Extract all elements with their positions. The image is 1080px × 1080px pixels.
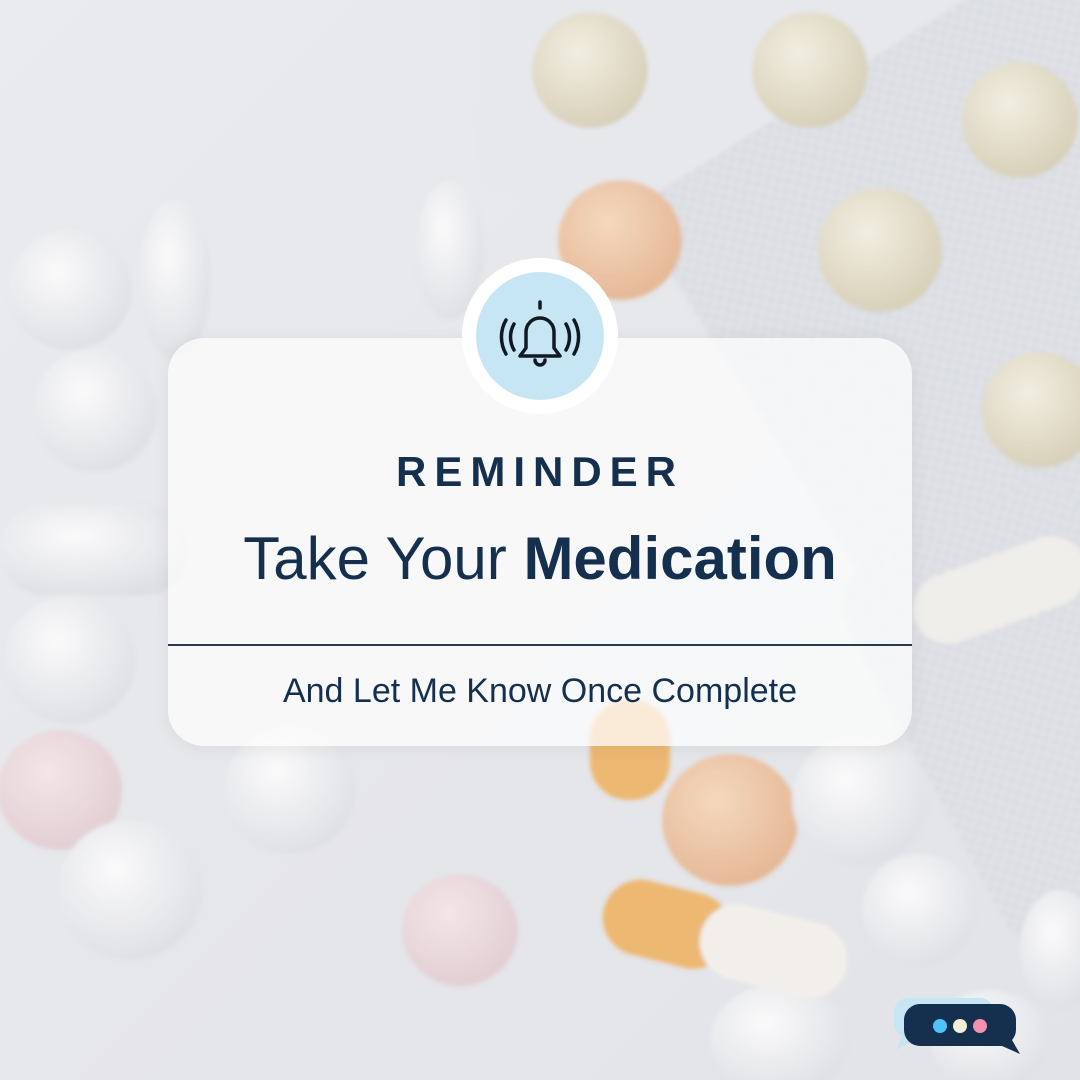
chat-dot-cream (953, 1019, 967, 1033)
bell-ringing-icon (499, 300, 581, 367)
chat-bubble-icon (893, 998, 1020, 1054)
headline-light: Take Your (243, 525, 507, 592)
headline-bold: Medication (523, 525, 837, 592)
chat-dot-pink (973, 1019, 987, 1033)
headline: Take Your Medication (168, 522, 912, 596)
reminder-label: REMINDER (395, 448, 684, 495)
chat-dot-blue (933, 1019, 947, 1033)
bell-badge (462, 258, 618, 414)
subtext: And Let Me Know Once Complete (282, 672, 798, 710)
divider (168, 644, 912, 646)
